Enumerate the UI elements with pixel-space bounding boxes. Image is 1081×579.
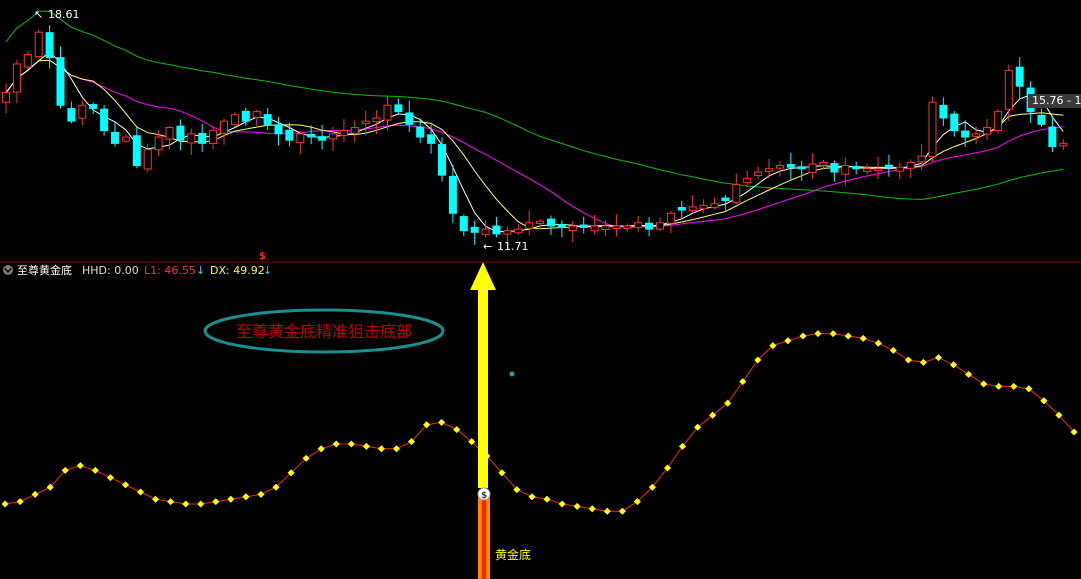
dx-down-arrow: ↓ xyxy=(263,264,272,277)
collapse-icon[interactable] xyxy=(3,265,13,275)
low-price-label: 11.71 xyxy=(497,240,529,253)
low-arrow: ← xyxy=(483,240,492,253)
overlay-layer: ↖ 18.61 ← 11.71 15.76 - 18 $ 至尊黄金底 HHD: … xyxy=(0,8,1081,579)
indicator-name: 至尊黄金底 xyxy=(17,263,72,277)
dx-label: DX: 49.92 xyxy=(210,264,265,277)
yellow-up-arrow xyxy=(470,262,496,488)
l1-label: L1: 46.55 xyxy=(144,264,196,277)
right-price-label: 15.76 - 18 xyxy=(1032,94,1081,107)
high-price-label: 18.61 xyxy=(48,8,80,21)
signal-bar-core xyxy=(482,495,486,579)
signal-marker-top: $ xyxy=(259,251,266,262)
signal-bar-label: 黄金底 xyxy=(495,547,531,562)
signal-coin-glyph: $ xyxy=(481,491,487,501)
l1-down-arrow: ↓ xyxy=(196,264,205,277)
chart-stage: ↖ 18.61 ← 11.71 15.76 - 18 $ 至尊黄金底 HHD: … xyxy=(0,0,1081,579)
teal-dot xyxy=(509,371,515,377)
annotation-text: 至尊黄金底精准狙击底部 xyxy=(236,322,412,341)
high-arrow: ↖ xyxy=(34,8,43,21)
hhd-label: HHD: 0.00 xyxy=(82,264,139,277)
